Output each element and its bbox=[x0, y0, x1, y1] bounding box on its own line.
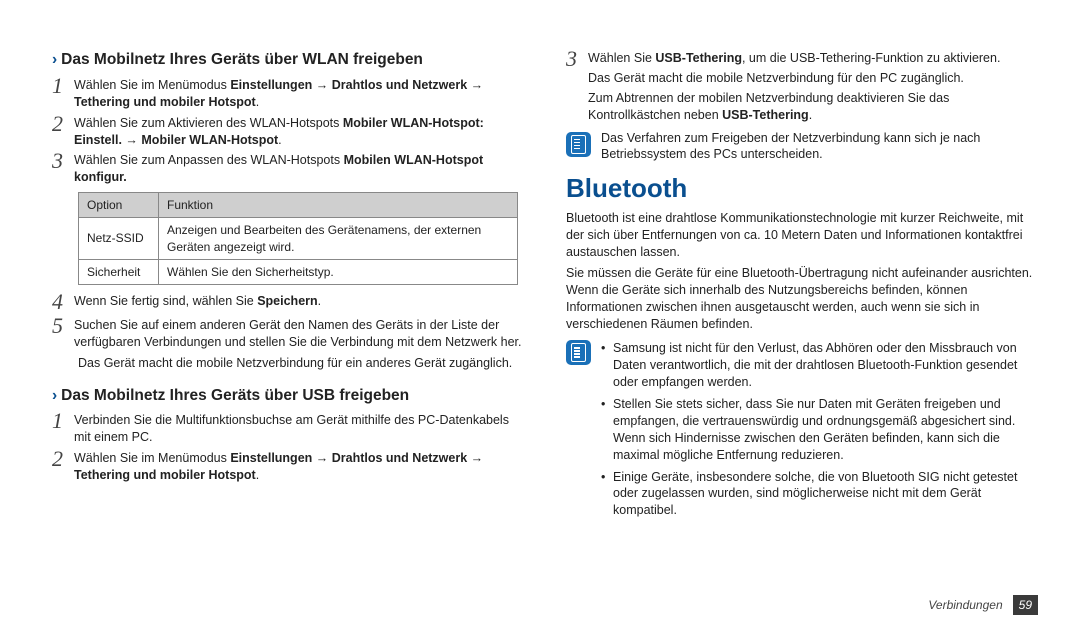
note-bluetooth: Samsung ist nicht für den Verlust, das A… bbox=[566, 338, 1036, 524]
page-footer: Verbindungen 59 bbox=[928, 595, 1038, 615]
page-number: 59 bbox=[1013, 595, 1038, 615]
options-table: Option Funktion Netz-SSID Anzeigen und B… bbox=[78, 192, 518, 285]
th-function: Funktion bbox=[159, 193, 518, 218]
td-opt: Netz-SSID bbox=[79, 218, 159, 259]
note-icon bbox=[566, 132, 591, 157]
step-text: Wählen Sie zum Anpassen des WLAN-Hotspot… bbox=[74, 152, 522, 186]
step-3: 3 Wählen Sie zum Anpassen des WLAN-Hotsp… bbox=[52, 152, 522, 186]
usb-step-2: 2 Wählen Sie im Menümodus Einstellungen … bbox=[52, 450, 522, 484]
step-number: 3 bbox=[52, 150, 74, 172]
heading-usb: ›Das Mobilnetz Ihres Geräts über USB fre… bbox=[52, 386, 522, 407]
step-1: 1 Wählen Sie im Menümodus Einstellungen … bbox=[52, 77, 522, 111]
step-2: 2 Wählen Sie zum Aktivieren des WLAN-Hot… bbox=[52, 115, 522, 149]
list-item: Samsung ist nicht für den Verlust, das A… bbox=[601, 340, 1036, 391]
step-text: Wenn Sie fertig sind, wählen Sie Speiche… bbox=[74, 293, 522, 310]
step-text: Suchen Sie auf einem anderen Gerät den N… bbox=[74, 317, 522, 351]
bluetooth-p1: Bluetooth ist eine drahtlose Kommunikati… bbox=[566, 210, 1036, 261]
td-func: Wählen Sie den Sicherheitstyp. bbox=[159, 259, 518, 284]
usb-step-1: 1 Verbinden Sie die Multifunktionsbuchse… bbox=[52, 412, 522, 446]
step-5-after: Das Gerät macht die mobile Netzverbindun… bbox=[78, 355, 522, 372]
note-icon bbox=[566, 340, 591, 365]
section-label: Verbindungen bbox=[928, 598, 1002, 612]
step-text: Wählen Sie im Menümodus Einstellungen → … bbox=[74, 450, 522, 484]
bluetooth-p2: Sie müssen die Geräte für eine Bluetooth… bbox=[566, 265, 1036, 333]
step-number: 3 bbox=[566, 48, 588, 70]
usb-step-3: 3 Wählen Sie USB-Tethering, um die USB-T… bbox=[566, 50, 1036, 124]
step-4: 4 Wenn Sie fertig sind, wählen Sie Speic… bbox=[52, 293, 522, 313]
step-text: Wählen Sie zum Aktivieren des WLAN-Hotsp… bbox=[74, 115, 522, 149]
step-number: 5 bbox=[52, 315, 74, 337]
step-number: 1 bbox=[52, 75, 74, 97]
list-item: Einige Geräte, insbesondere solche, die … bbox=[601, 469, 1036, 520]
list-item: Stellen Sie stets sicher, dass Sie nur D… bbox=[601, 396, 1036, 464]
heading-wlan: ›Das Mobilnetz Ihres Geräts über WLAN fr… bbox=[52, 50, 522, 71]
step-number: 2 bbox=[52, 113, 74, 135]
td-opt: Sicherheit bbox=[79, 259, 159, 284]
step-text: Wählen Sie im Menümodus Einstellungen → … bbox=[74, 77, 522, 111]
step-number: 2 bbox=[52, 448, 74, 470]
step-number: 4 bbox=[52, 291, 74, 313]
th-option: Option bbox=[79, 193, 159, 218]
chevron-icon: › bbox=[52, 51, 57, 68]
step-text: Wählen Sie USB-Tethering, um die USB-Tet… bbox=[588, 50, 1036, 124]
td-func: Anzeigen und Bearbeiten des Gerätenamens… bbox=[159, 218, 518, 259]
step-5: 5 Suchen Sie auf einem anderen Gerät den… bbox=[52, 317, 522, 351]
chevron-icon: › bbox=[52, 387, 57, 404]
step-number: 1 bbox=[52, 410, 74, 432]
bluetooth-heading: Bluetooth bbox=[566, 171, 1036, 206]
step-text: Verbinden Sie die Multifunktionsbuchse a… bbox=[74, 412, 522, 446]
note-list: Samsung ist nicht für den Verlust, das A… bbox=[601, 338, 1036, 524]
note-text: Das Verfahren zum Freigeben der Netzverb… bbox=[601, 130, 1036, 164]
note-usb: Das Verfahren zum Freigeben der Netzverb… bbox=[566, 130, 1036, 164]
